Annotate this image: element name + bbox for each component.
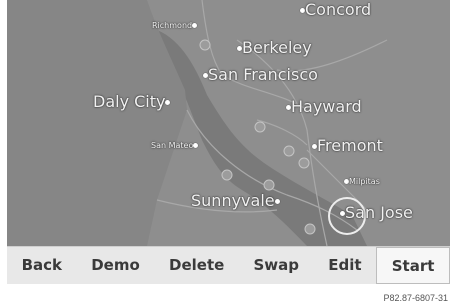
place-hayward[interactable]: Hayward <box>286 99 362 115</box>
route-toolbar: Back Demo Delete Swap Edit Start <box>7 246 450 284</box>
demo-button[interactable]: Demo <box>77 247 155 284</box>
map-view[interactable]: Concord Richmond Berkeley San Francisco … <box>7 0 450 246</box>
back-button[interactable]: Back <box>7 247 77 284</box>
city-dot-icon <box>193 143 199 148</box>
swap-button[interactable]: Swap <box>239 247 314 284</box>
edit-button[interactable]: Edit <box>314 247 377 284</box>
figure-caption: P82.87-6807-31 <box>383 293 448 303</box>
city-dot-icon <box>192 23 198 28</box>
navigation-screen: Concord Richmond Berkeley San Francisco … <box>7 0 450 284</box>
city-dot-icon <box>165 100 171 105</box>
place-richmond[interactable]: Richmond <box>152 22 198 30</box>
place-milpitas[interactable]: Milpitas <box>344 178 380 186</box>
start-button[interactable]: Start <box>376 247 450 284</box>
place-san-francisco[interactable]: San Francisco <box>203 67 318 83</box>
place-concord[interactable]: Concord <box>300 2 371 18</box>
place-fremont[interactable]: Fremont <box>312 138 383 154</box>
delete-button[interactable]: Delete <box>154 247 239 284</box>
place-daly-city[interactable]: Daly City <box>93 94 171 110</box>
ocean <box>7 0 187 246</box>
place-san-jose[interactable]: San Jose <box>340 205 413 221</box>
place-berkeley[interactable]: Berkeley <box>237 40 312 56</box>
place-san-mateo[interactable]: San Mateo <box>151 142 199 150</box>
place-sunnyvale[interactable]: Sunnyvale <box>191 193 280 209</box>
city-dot-icon <box>274 199 280 204</box>
